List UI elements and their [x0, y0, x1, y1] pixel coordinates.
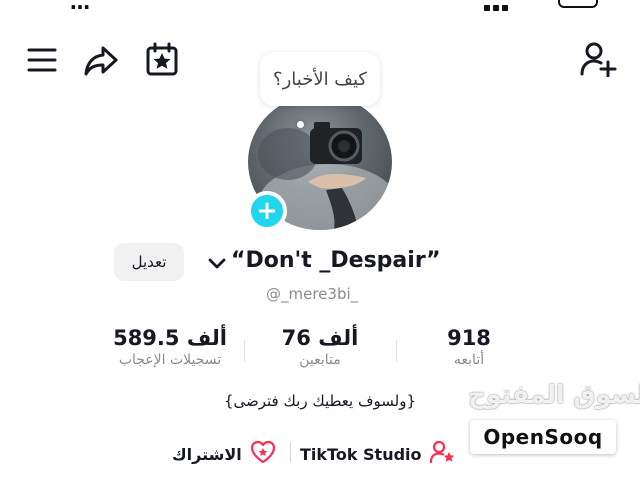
watermark-brand: OpenSooq: [483, 425, 603, 449]
stat-followers[interactable]: 76 ألف متابعين: [262, 326, 378, 368]
profile-bio: {ولسوف يعطيك ربك فترضى}: [223, 392, 417, 410]
status-bubble-text: كيف الأخبار؟: [273, 68, 367, 90]
stats-divider: [244, 340, 245, 362]
display-name[interactable]: “Don't _Despair”: [231, 248, 441, 273]
edit-profile-button[interactable]: تعديل: [114, 243, 184, 281]
bubble-tail-dot: [297, 121, 304, 128]
following-count: 918: [447, 326, 491, 350]
watermark-logo: OpenSooq: [470, 420, 616, 454]
subscription-link[interactable]: الاشتراك: [172, 440, 276, 468]
calendar-star-icon[interactable]: [144, 40, 180, 78]
battery-icon: [558, 0, 598, 8]
link-separator: [290, 442, 291, 462]
tiktok-studio-label: TikTok Studio: [300, 444, 422, 464]
share-arrow-icon[interactable]: [82, 42, 120, 78]
followers-count: 76 ألف: [281, 326, 359, 350]
subscription-label: الاشتراك: [172, 444, 242, 464]
star-heart-icon: [250, 440, 276, 468]
tiktok-studio-link[interactable]: TikTok Studio: [300, 440, 456, 468]
status-bar-time-fragment: …: [70, 0, 92, 14]
edit-profile-label: تعديل: [131, 253, 167, 271]
followers-label: متابعين: [299, 352, 341, 368]
following-label: أتابعه: [453, 352, 485, 368]
stats-divider: [396, 340, 397, 362]
stat-following[interactable]: 918 أتابعه: [414, 326, 524, 368]
status-bubble[interactable]: كيف الأخبار؟: [260, 52, 380, 106]
signal-icon: [484, 0, 520, 11]
likes-count: 589.5 ألف: [113, 326, 227, 350]
watermark-arabic: السوق المفتوح: [468, 380, 640, 409]
stat-likes[interactable]: 589.5 ألف تسجيلات الإعجاب: [100, 326, 240, 368]
hamburger-menu-icon[interactable]: [24, 44, 60, 76]
add-user-icon[interactable]: [578, 40, 618, 78]
likes-label: تسجيلات الإعجاب: [118, 352, 222, 368]
user-star-icon: [429, 440, 456, 468]
username: @_mere3bi_: [266, 285, 359, 303]
add-avatar-button[interactable]: +: [247, 191, 287, 231]
chevron-down-icon[interactable]: [206, 252, 228, 274]
